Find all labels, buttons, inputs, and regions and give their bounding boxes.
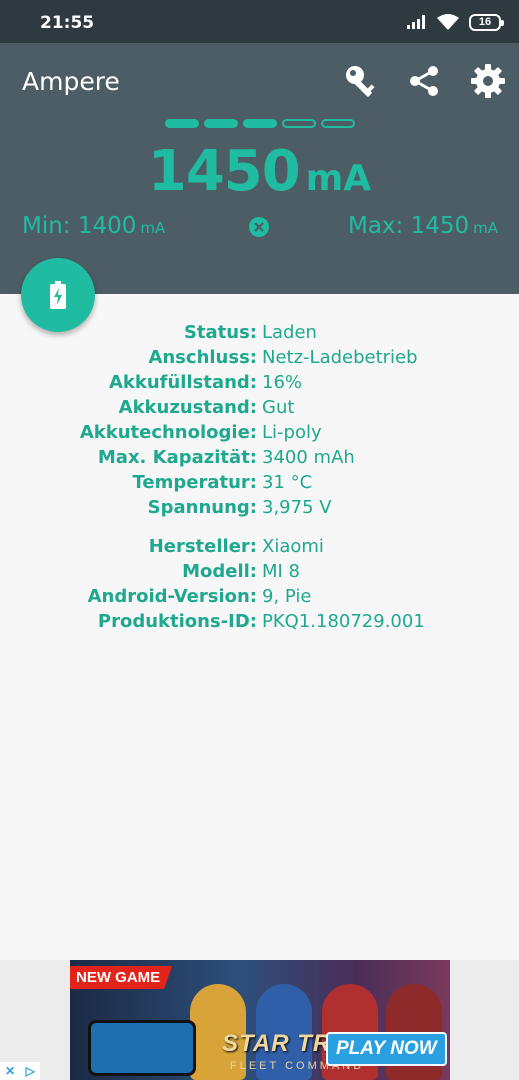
max-readout: Max: 1450 mA bbox=[348, 213, 498, 239]
level-indicator bbox=[165, 119, 355, 128]
wifi-icon bbox=[437, 14, 459, 30]
info-label: Temperatur: bbox=[132, 472, 257, 493]
info-row: Temperatur: 31 °C bbox=[0, 470, 519, 495]
reset-button[interactable] bbox=[249, 217, 269, 237]
info-value: 9, Pie bbox=[262, 586, 312, 607]
status-time: 21:55 bbox=[40, 13, 95, 33]
info-value: Gut bbox=[262, 397, 295, 418]
status-icons: 16 bbox=[407, 12, 504, 32]
level-dash bbox=[204, 119, 238, 128]
info-row: Anschluss: Netz-Ladebetrieb bbox=[0, 345, 519, 370]
info-row: Modell: MI 8 bbox=[0, 559, 519, 584]
info-value: Laden bbox=[262, 322, 317, 343]
app-title: Ampere bbox=[22, 67, 120, 96]
info-label: Android-Version: bbox=[87, 586, 257, 607]
info-row: Akkutechnologie: Li-poly bbox=[0, 420, 519, 445]
info-value: MI 8 bbox=[262, 561, 301, 582]
header-panel: Ampere 1450 mA Min: 1400 mA Max: 1450 mA bbox=[0, 43, 519, 294]
info-label: Hersteller: bbox=[148, 536, 257, 557]
key-icon bbox=[346, 66, 375, 97]
level-dash bbox=[321, 119, 355, 128]
battery-info: Status: Laden Anschluss: Netz-Ladebetrieb … bbox=[0, 320, 519, 520]
key-button[interactable] bbox=[339, 59, 383, 103]
current-value: 1450 bbox=[147, 139, 301, 204]
level-dash bbox=[165, 119, 199, 128]
min-value: Min: 1400 bbox=[22, 213, 137, 239]
info-value: PKQ1.180729.001 bbox=[262, 611, 425, 632]
battery-charging-icon bbox=[50, 281, 66, 309]
info-value: 16% bbox=[262, 372, 303, 393]
current-readout: 1450 mA bbox=[0, 139, 519, 204]
info-value: 3400 mAh bbox=[262, 447, 355, 468]
settings-button[interactable] bbox=[466, 59, 510, 103]
close-icon: ✕ bbox=[5, 1064, 16, 1078]
battery-icon: 16 bbox=[469, 13, 504, 31]
status-bar: 21:55 16 bbox=[0, 0, 519, 43]
info-value: 31 °C bbox=[262, 472, 313, 493]
info-label: Max. Kapazität: bbox=[97, 447, 257, 468]
close-icon bbox=[254, 222, 264, 232]
level-dash bbox=[282, 119, 316, 128]
max-value: Max: 1450 bbox=[347, 213, 470, 239]
info-value: Xiaomi bbox=[262, 536, 324, 557]
gear-icon bbox=[471, 64, 505, 98]
ad-area: NEW GAME STAR TREK FLEET COMMAND PLAY NO… bbox=[0, 960, 519, 1080]
info-row: Spannung: 3,975 V bbox=[0, 495, 519, 520]
share-button[interactable] bbox=[402, 59, 446, 103]
info-row: Hersteller: Xiaomi bbox=[0, 534, 519, 559]
ad-banner[interactable]: NEW GAME STAR TREK FLEET COMMAND PLAY NO… bbox=[70, 960, 450, 1080]
ad-choices-button[interactable]: ✕ ▷ bbox=[0, 1062, 40, 1080]
ad-badge: NEW GAME bbox=[70, 966, 173, 989]
info-label: Produktions-ID: bbox=[97, 611, 257, 632]
info-value: Netz-Ladebetrieb bbox=[262, 347, 418, 368]
info-label: Akkufüllstand: bbox=[108, 372, 257, 393]
share-icon bbox=[410, 66, 438, 96]
min-unit: mA bbox=[140, 219, 166, 237]
info-label: Akkutechnologie: bbox=[79, 422, 257, 443]
info-row: Max. Kapazität: 3400 mAh bbox=[0, 445, 519, 470]
info-label: Status: bbox=[183, 322, 257, 343]
info-row: Akkuzustand: Gut bbox=[0, 395, 519, 420]
info-label: Spannung: bbox=[147, 497, 257, 518]
max-unit: mA bbox=[473, 219, 498, 237]
battery-fab[interactable] bbox=[21, 258, 95, 332]
info-value: 3,975 V bbox=[262, 497, 332, 518]
info-row: Akkufüllstand: 16% bbox=[0, 370, 519, 395]
device-info: Hersteller: Xiaomi Modell: MI 8 Android-Ve… bbox=[0, 534, 519, 634]
info-row: Android-Version: 9, Pie bbox=[0, 584, 519, 609]
info-value: Li-poly bbox=[262, 422, 322, 443]
info-row: Produktions-ID: PKQ1.180729.001 bbox=[0, 609, 519, 634]
min-readout: Min: 1400 mA bbox=[22, 213, 165, 239]
info-label: Modell: bbox=[182, 561, 257, 582]
level-dash bbox=[243, 119, 277, 128]
info-label: Akkuzustand: bbox=[118, 397, 257, 418]
current-unit: mA bbox=[305, 158, 372, 199]
ad-phone-image bbox=[88, 1020, 196, 1076]
adchoices-icon: ▷ bbox=[25, 1064, 35, 1078]
battery-level: 16 bbox=[478, 16, 492, 28]
info-label: Anschluss: bbox=[148, 347, 257, 368]
signal-icon bbox=[407, 15, 425, 29]
ad-play-button[interactable]: PLAY NOW bbox=[326, 1032, 447, 1066]
